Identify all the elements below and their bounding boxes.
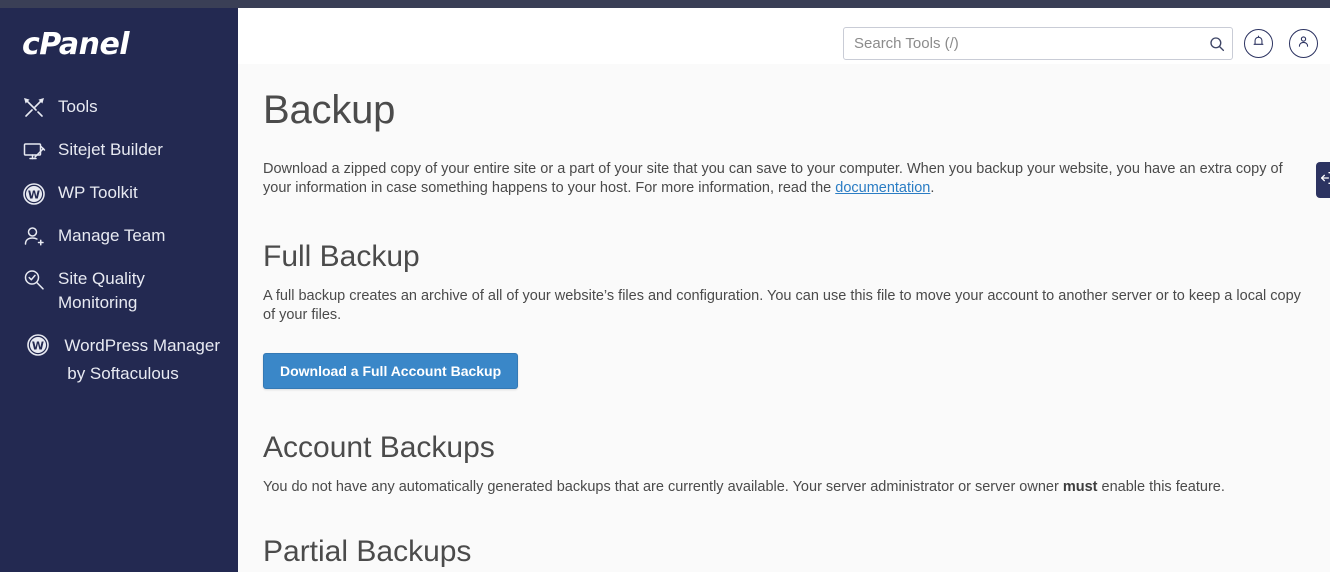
- account-backups-text-strong: must: [1062, 479, 1098, 495]
- monitor-pen-icon: [22, 139, 46, 163]
- user-plus-icon: [22, 225, 46, 249]
- notifications-button[interactable]: [1244, 29, 1273, 58]
- full-backup-heading: Full Backup: [263, 240, 420, 273]
- sidebar-item-label: Sitejet Builder: [58, 140, 163, 159]
- feedback-edge-tab[interactable]: [1316, 162, 1330, 198]
- account-backups-text-part2: enable this feature.: [1097, 479, 1225, 495]
- svg-text:W: W: [32, 340, 44, 353]
- sidebar-item-sitejet-builder[interactable]: Sitejet Builder: [0, 129, 238, 172]
- bell-icon: [1251, 34, 1266, 54]
- sidebar-item-tools[interactable]: Tools: [0, 86, 238, 129]
- sidebar-item-label: Tools: [58, 97, 98, 116]
- download-full-account-backup-button[interactable]: Download a Full Account Backup: [263, 353, 519, 389]
- magnifier-check-icon: [22, 268, 46, 292]
- account-backups-text: You do not have any automatically genera…: [263, 478, 1312, 497]
- sidebar-item-label: Site Quality Monitoring: [58, 269, 145, 312]
- user-icon: [1296, 34, 1311, 54]
- sidebar-item-site-quality-monitoring[interactable]: Site Quality Monitoring: [0, 258, 238, 324]
- svg-text:W: W: [28, 189, 40, 202]
- documentation-link[interactable]: documentation: [835, 180, 930, 196]
- intro-text-part2: .: [930, 180, 935, 196]
- wordpress-icon: W: [22, 182, 46, 206]
- cpanel-logo[interactable]: cPanel: [22, 30, 238, 60]
- top-accent-strip: [0, 0, 1330, 8]
- main-content: Backup Download a zipped copy of your en…: [238, 64, 1330, 572]
- top-header-bar: [238, 8, 1330, 64]
- tools-icon: [22, 96, 46, 120]
- page-intro-text: Download a zipped copy of your entire si…: [263, 160, 1312, 198]
- wordpress-icon: W: [26, 333, 50, 362]
- sidebar-item-label: WP Toolkit: [58, 183, 138, 202]
- search-tools-box[interactable]: [843, 27, 1233, 60]
- sidebar-item-label: Manage Team: [58, 226, 166, 245]
- account-backups-heading: Account Backups: [263, 431, 495, 464]
- intro-text-part1: Download a zipped copy of your entire si…: [263, 161, 1283, 196]
- feedback-tab-icon: [1319, 170, 1330, 191]
- cpanel-backup-page: cPanel Tools Sitejet Builder W WP Toolki…: [0, 0, 1330, 572]
- sidebar-item-manage-team[interactable]: Manage Team: [0, 215, 238, 258]
- search-input[interactable]: [844, 28, 1202, 59]
- page-title: Backup: [263, 88, 396, 132]
- partial-backups-heading: Partial Backups: [263, 535, 472, 568]
- search-icon[interactable]: [1202, 28, 1232, 59]
- sidebar-item-wp-toolkit[interactable]: W WP Toolkit: [0, 172, 238, 215]
- sidebar-item-label: WordPress Manager by Softaculous: [64, 336, 221, 383]
- full-backup-text: A full backup creates an archive of all …: [263, 288, 1301, 323]
- account-backups-text-part1: You do not have any automatically genera…: [263, 479, 1063, 495]
- sidebar-item-wordpress-manager-softaculous[interactable]: W WordPress Manager by Softaculous: [0, 324, 238, 395]
- sidebar: cPanel Tools Sitejet Builder W WP Toolki…: [0, 8, 238, 572]
- sidebar-nav: Tools Sitejet Builder W WP Toolkit Manag…: [0, 86, 238, 395]
- account-button[interactable]: [1289, 29, 1318, 58]
